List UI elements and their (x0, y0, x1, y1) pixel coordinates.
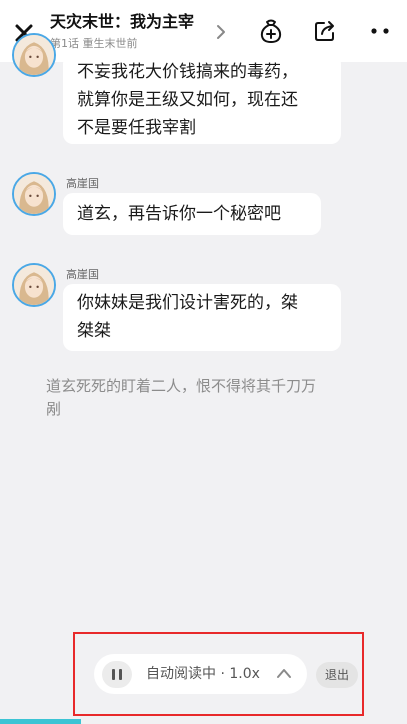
bubble-line: 道玄，再告诉你一个秘密吧 (77, 204, 281, 224)
auto-read-status: 自动阅读中 · 1.0x (146, 666, 260, 682)
bubble-line: 你妹妹是我们设计害死的，桀 (77, 293, 298, 313)
more-icon[interactable] (366, 17, 394, 45)
reading-progress-bar (0, 719, 81, 724)
avatar[interactable] (12, 263, 56, 307)
bubble-line: 不妄我花大价钱搞来的毒药， (77, 62, 298, 82)
chevron-up-icon[interactable] (276, 666, 292, 680)
pause-button[interactable] (102, 661, 132, 688)
gift-bag-icon[interactable] (257, 17, 285, 45)
narration-text: 道玄死死的盯着二人，恨不得将其千刀万 剐 (46, 375, 366, 421)
top-bar: 天灾末世：我为主宰 第1话 重生末世前 (0, 0, 407, 62)
speaker-name: 高崖国 (66, 268, 99, 281)
character-portrait (14, 35, 54, 75)
bubble-line: 桀桀 (77, 321, 111, 341)
share-icon[interactable] (311, 17, 339, 45)
avatar[interactable] (12, 172, 56, 216)
title-group[interactable]: 天灾末世：我为主宰 第1话 重生末世前 (50, 11, 215, 51)
avatar[interactable] (12, 33, 56, 77)
book-title: 天灾末世：我为主宰 (50, 12, 195, 31)
narration-line: 剐 (46, 400, 62, 418)
exit-button[interactable]: 退出 (316, 662, 358, 688)
bubble-line: 不是要任我宰割 (77, 118, 196, 138)
bubble-line: 就算你是王级又如何，现在还 (77, 90, 298, 110)
character-portrait (14, 174, 54, 214)
chevron-right-icon[interactable] (214, 24, 228, 40)
character-portrait (14, 265, 54, 305)
chat-bubble: 你妹妹是我们设计害死的，桀 桀桀 (63, 284, 341, 351)
chat-bubble: 道玄，再告诉你一个秘密吧 (63, 193, 321, 235)
speaker-name: 高崖国 (66, 177, 99, 190)
narration-line: 道玄死死的盯着二人，恨不得将其千刀万 (46, 377, 317, 395)
chat-bubble: 不妄我花大价钱搞来的毒药， 就算你是王级又如何，现在还 不是要任我宰割 (63, 54, 341, 144)
chapter-subtitle: 第1话 重生末世前 (50, 37, 138, 50)
